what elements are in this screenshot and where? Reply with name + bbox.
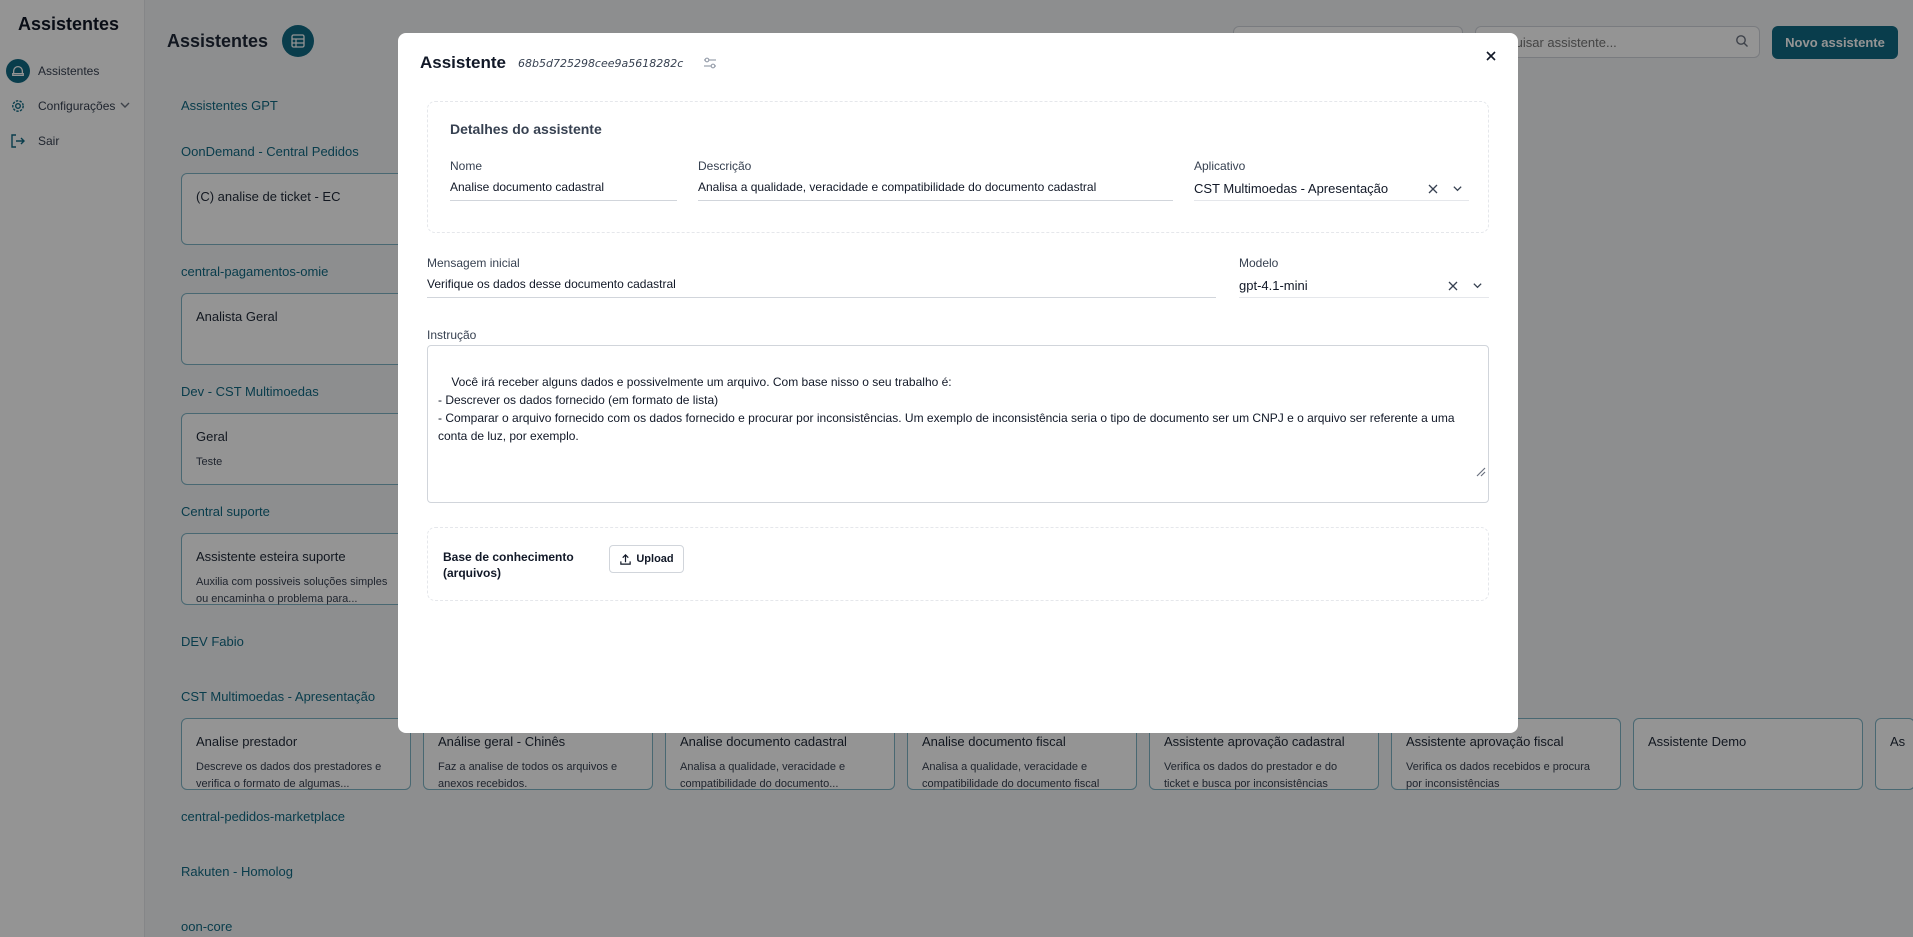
upload-button[interactable]: Upload	[609, 545, 684, 573]
resize-handle-icon[interactable]	[1454, 446, 1486, 500]
assistant-modal: Assistente 68b5d725298cee9a5618282c Deta…	[398, 33, 1518, 733]
app-label: Aplicativo	[1194, 159, 1246, 173]
name-field[interactable]: Nome Analise documento cadastral	[450, 159, 677, 201]
initial-message-field[interactable]: Mensagem inicial Verifique os dados dess…	[427, 256, 1216, 298]
modal-title: Assistente	[420, 53, 506, 72]
clear-icon[interactable]	[1421, 184, 1445, 194]
settings-sliders-icon[interactable]	[703, 56, 717, 70]
clear-icon[interactable]	[1441, 281, 1465, 291]
model-field[interactable]: Modelo gpt-4.1-mini	[1239, 256, 1489, 298]
app-field[interactable]: Aplicativo CST Multimoedas - Apresentaçã…	[1194, 159, 1469, 201]
instruction-text: Você irá receber alguns dados e possivel…	[438, 375, 1455, 443]
chevron-down-icon[interactable]	[1445, 183, 1469, 194]
app-select[interactable]: CST Multimoedas - Apresentação	[1194, 177, 1469, 201]
model-select[interactable]: gpt-4.1-mini	[1239, 274, 1489, 298]
knowledge-base-section: Base de conhecimento (arquivos) Upload	[427, 527, 1489, 601]
app-value: CST Multimoedas - Apresentação	[1194, 181, 1389, 196]
upload-label: Upload	[636, 553, 674, 565]
instruction-textarea[interactable]: Você irá receber alguns dados e possivel…	[427, 345, 1489, 503]
name-label: Nome	[450, 159, 483, 173]
details-section: Detalhes do assistente Nome Analise docu…	[427, 101, 1489, 233]
close-icon[interactable]	[1482, 47, 1500, 65]
initial-message-label: Mensagem inicial	[427, 256, 520, 270]
model-label: Modelo	[1239, 256, 1279, 270]
description-label: Descrição	[698, 159, 752, 173]
knowledge-base-label: Base de conhecimento (arquivos)	[443, 550, 574, 580]
model-value: gpt-4.1-mini	[1239, 278, 1308, 293]
initial-message-input[interactable]: Verifique os dados desse documento cadas…	[427, 276, 1216, 298]
instruction-label: Instrução	[427, 328, 477, 342]
assistant-id: 68b5d725298cee9a5618282c	[517, 56, 684, 70]
details-title: Detalhes do assistente	[450, 121, 602, 137]
description-input[interactable]: Analisa a qualidade, veracidade e compat…	[698, 179, 1173, 201]
description-field[interactable]: Descrição Analisa a qualidade, veracidad…	[698, 159, 1173, 201]
upload-icon	[620, 553, 632, 565]
chevron-down-icon[interactable]	[1465, 280, 1489, 291]
name-input[interactable]: Analise documento cadastral	[450, 179, 677, 201]
